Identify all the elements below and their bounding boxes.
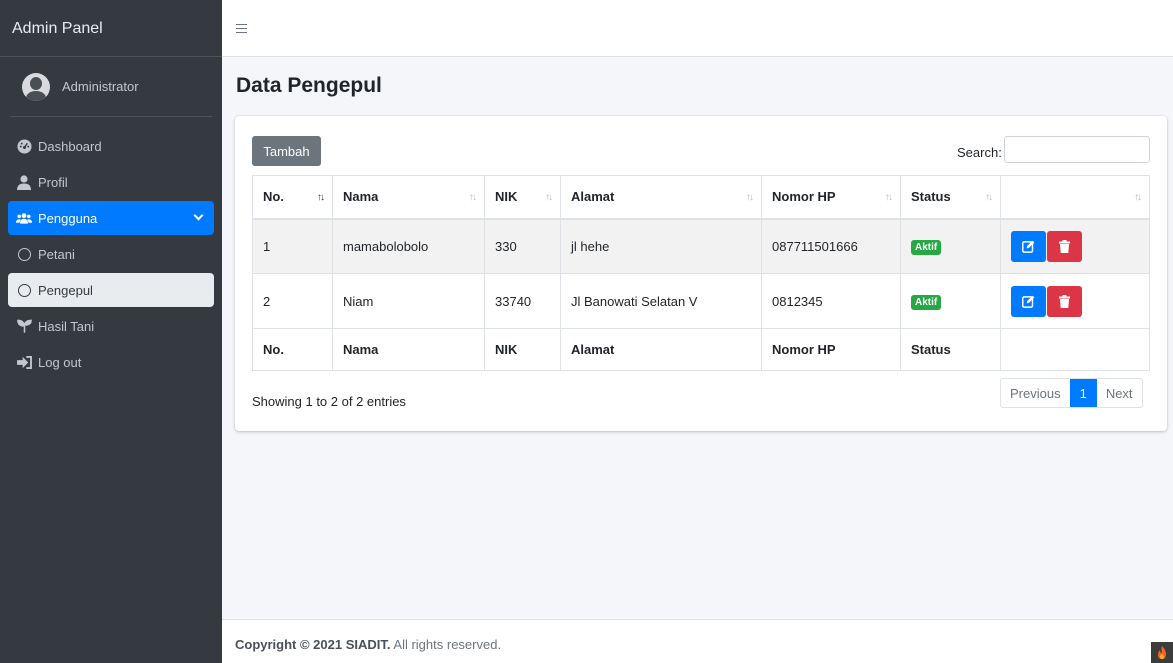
column-header-actions[interactable]: ↑↓ <box>1000 175 1150 220</box>
cell-nama: mamabolobolo <box>332 218 485 274</box>
cell-alamat: jl hehe <box>560 218 762 274</box>
sort-icon: ↑↓ <box>469 192 477 203</box>
sort-icon: ↑↓ <box>545 192 553 203</box>
table-info: Showing 1 to 2 of 2 entries <box>252 394 406 409</box>
avatar <box>22 72 50 101</box>
edit-icon <box>1022 240 1035 253</box>
sidebar-item-label: Pengguna <box>38 210 98 226</box>
column-footer-no: No. <box>252 328 333 371</box>
sidebar-item-logout[interactable]: Log out <box>8 345 214 379</box>
pagination: Previous 1 Next <box>1000 378 1143 408</box>
table-row: 2 Niam 33740 Jl Banowati Selatan V 08123… <box>252 273 1150 329</box>
circle-icon <box>16 246 32 262</box>
cell-nama: Niam <box>332 273 485 329</box>
cell-actions <box>1000 218 1150 274</box>
table-header-row: No. ↑↓ Nama ↑↓ NIK ↑↓ Alamat ↑↓ Nomor HP ↑↓ S… <box>252 175 1150 220</box>
edit-button[interactable] <box>1011 285 1046 317</box>
copyright-text: Copyright © 2021 SIADIT. All rights rese… <box>235 637 501 652</box>
copyright-rights: All rights reserved. <box>393 637 502 652</box>
cell-alamat: Jl Banowati Selatan V <box>560 273 762 329</box>
column-footer-alamat: Alamat <box>560 328 762 371</box>
add-button[interactable]: Tambah <box>252 136 321 166</box>
column-footer-actions <box>1000 328 1150 371</box>
sort-icon: ↑↓ <box>985 192 993 203</box>
sidebar: Admin Panel Administrator Dashboard Prof… <box>0 0 222 663</box>
column-footer-status: Status <box>900 328 1001 371</box>
menu-toggle-icon[interactable] <box>236 24 247 33</box>
edit-button[interactable] <box>1011 230 1046 262</box>
previous-page-button[interactable]: Previous <box>1001 379 1070 407</box>
users-icon <box>16 210 32 226</box>
page-title: Data Pengepul <box>236 74 382 97</box>
next-page-button[interactable]: Next <box>1097 379 1142 407</box>
cell-status: Aktif <box>900 273 1001 329</box>
column-header-no[interactable]: No. ↑↓ <box>252 175 333 220</box>
column-header-alamat[interactable]: Alamat ↑↓ <box>560 175 762 220</box>
cell-nik: 330 <box>484 218 561 274</box>
sidebar-item-label: Dashboard <box>38 138 102 154</box>
sidebar-item-hasil-tani[interactable]: Hasil Tani <box>8 309 214 343</box>
sidebar-item-dashboard[interactable]: Dashboard <box>8 129 214 163</box>
circle-icon <box>16 282 32 298</box>
cell-no: 2 <box>252 273 333 329</box>
user-panel: Administrator <box>10 57 212 117</box>
seedling-icon <box>16 318 32 334</box>
sidebar-item-pengepul[interactable]: Pengepul <box>8 273 214 307</box>
cell-actions <box>1000 273 1150 329</box>
cell-nomor-hp: 087711501666 <box>761 218 901 274</box>
status-badge: Aktif <box>911 294 942 310</box>
sidebar-item-label: Hasil Tani <box>38 318 95 334</box>
sort-icon: ↑↓ <box>746 192 754 203</box>
copyright-brand: Copyright © 2021 SIADIT. <box>235 637 391 652</box>
status-badge: Aktif <box>911 239 942 255</box>
sort-icon: ↑↓ <box>885 192 893 203</box>
column-header-nomor-hp[interactable]: Nomor HP ↑↓ <box>761 175 901 220</box>
trash-icon <box>1059 239 1070 253</box>
table-row: 1 mamabolobolo 330 jl hehe 087711501666 … <box>252 218 1150 274</box>
sign-out-icon <box>16 354 32 370</box>
delete-button[interactable] <box>1047 230 1082 262</box>
brand-title[interactable]: Admin Panel <box>0 0 222 57</box>
edit-icon <box>1022 295 1035 308</box>
search-label: Search: <box>957 145 1002 160</box>
column-footer-nama: Nama <box>332 328 485 371</box>
page-footer: Copyright © 2021 SIADIT. All rights rese… <box>222 619 1173 663</box>
data-card: Tambah Search: No. ↑↓ Nama ↑↓ NIK ↑↓ Alamat… <box>235 116 1167 431</box>
table-footer-row: No. Nama NIK Alamat Nomor HP Status <box>252 328 1150 371</box>
column-footer-nomor-hp: Nomor HP <box>761 328 901 371</box>
cell-no: 1 <box>252 218 333 274</box>
user-name[interactable]: Administrator <box>62 79 139 94</box>
dashboard-icon <box>16 138 32 154</box>
sidebar-item-label: Log out <box>38 354 82 370</box>
sidebar-item-petani[interactable]: Petani <box>8 237 214 271</box>
sidebar-nav: Dashboard Profil Pengguna Petani Pengepu… <box>0 117 222 379</box>
sort-icon: ↑↓ <box>1134 192 1142 203</box>
column-footer-nik: NIK <box>484 328 561 371</box>
pengepul-table: No. ↑↓ Nama ↑↓ NIK ↑↓ Alamat ↑↓ Nomor HP ↑↓ S… <box>252 175 1150 371</box>
cell-nomor-hp: 0812345 <box>761 273 901 329</box>
sort-asc-icon: ↑↓ <box>317 192 325 203</box>
flame-icon[interactable] <box>1151 642 1173 663</box>
sidebar-item-label: Pengepul <box>38 282 93 298</box>
delete-button[interactable] <box>1047 285 1082 317</box>
sidebar-item-label: Petani <box>38 246 75 262</box>
sidebar-item-profil[interactable]: Profil <box>8 165 214 199</box>
sidebar-item-label: Profil <box>38 174 68 190</box>
trash-icon <box>1059 294 1070 308</box>
column-header-nama[interactable]: Nama ↑↓ <box>332 175 485 220</box>
cell-nik: 33740 <box>484 273 561 329</box>
chevron-down-icon <box>193 210 204 221</box>
page-button-current[interactable]: 1 <box>1069 379 1097 407</box>
sidebar-item-pengguna[interactable]: Pengguna <box>8 201 214 235</box>
column-header-status[interactable]: Status ↑↓ <box>900 175 1001 220</box>
column-header-nik[interactable]: NIK ↑↓ <box>484 175 561 220</box>
user-icon <box>16 174 32 190</box>
cell-status: Aktif <box>900 218 1001 274</box>
top-navbar <box>222 0 1173 57</box>
search-input[interactable] <box>1004 136 1150 163</box>
